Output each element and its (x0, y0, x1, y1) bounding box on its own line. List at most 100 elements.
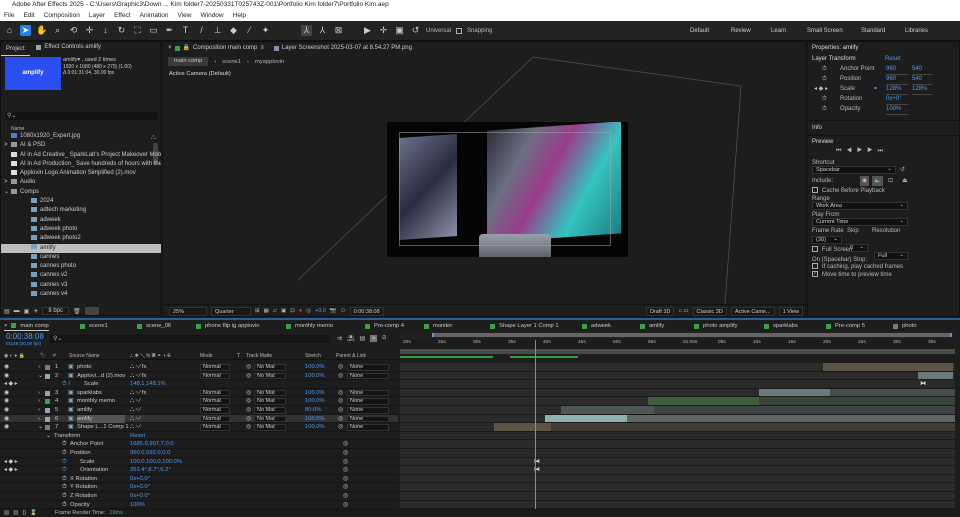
mask-visibility-icon[interactable]: ▱ (273, 308, 277, 314)
layer-name[interactable]: Shape L...1 Comp 1 (77, 423, 129, 432)
stopwatch-icon[interactable]: ⏱ ⌇ (62, 380, 70, 389)
comp-tab[interactable]: phone flip ig applovin (196, 321, 259, 331)
frame-blending-icon[interactable]: ▤ (360, 335, 366, 342)
interpret-footage-icon[interactable]: ▤ (4, 308, 10, 315)
include-overlays-icon[interactable]: ⊡ (888, 176, 893, 186)
stretch-value[interactable]: 100.0% (305, 372, 325, 381)
property-row[interactable]: ◂ ◆ ▸ ⏱ ⌇ Scale 148.1,148.1% (0, 380, 398, 389)
track-matte-pickwhip-icon[interactable]: ◎ (246, 406, 251, 415)
parent-dropdown[interactable]: None (347, 389, 389, 397)
label-color-swatch[interactable] (45, 416, 50, 422)
include-audio-icon[interactable]: 🔈 (872, 176, 884, 186)
expand-toggle[interactable]: › (38, 415, 40, 424)
expand-toggle[interactable]: ⌄ (38, 372, 43, 381)
keyframe-nav-icon[interactable]: ◂ ◆ ▸ (4, 466, 18, 475)
layer-switches[interactable]: ⛬ ▫ ⁄ fx (130, 389, 146, 398)
project-item[interactable]: adtech marketing (1, 206, 161, 215)
layer-track[interactable] (400, 500, 955, 510)
expand-toggle[interactable]: > (4, 178, 8, 187)
graph-editor-icon[interactable]: ⧄ (382, 335, 386, 342)
blend-mode-dropdown[interactable]: Normal (200, 364, 230, 371)
comp-tab[interactable]: photo amplify (694, 321, 737, 331)
menu-composition[interactable]: Composition (44, 10, 80, 21)
expand-toggle[interactable]: › (38, 389, 40, 398)
keyframe-marker[interactable]: ⧓ (920, 380, 926, 387)
puppet-pin-icon[interactable]: ✦ (260, 25, 271, 36)
stopwatch-icon[interactable]: ⏱ (62, 501, 67, 510)
transform-property-row[interactable]: ◂ ◆ ▸ ⏱ Scale 100.0,100.0,100.0% ◎ (0, 458, 398, 467)
stopwatch-icon[interactable]: ⏱ (62, 449, 67, 458)
bit-depth-button[interactable]: 8 bpc (42, 307, 70, 315)
renderer-dropdown[interactable]: Classic 3D (692, 306, 727, 316)
comp-tab[interactable]: scene1 (80, 321, 108, 331)
view-layout-dropdown[interactable]: 1 View (778, 306, 803, 316)
current-time-field[interactable]: 0:00:38:08 (349, 306, 384, 316)
workspace-standard[interactable]: Standard (861, 21, 885, 41)
previous-frame-icon[interactable]: ◀ (846, 148, 856, 154)
project-item[interactable]: cannes v3 (1, 281, 161, 290)
anchor-tool-icon[interactable]: ⛶ (132, 25, 143, 36)
visibility-eye-icon[interactable]: ◉ (4, 397, 9, 406)
track-matte-dropdown[interactable]: No Mat (254, 424, 286, 431)
property-value[interactable]: 148.1,148.1% (130, 380, 166, 389)
comp-tab[interactable]: monthly memo (286, 321, 333, 331)
visibility-eye-icon[interactable]: ◉ (4, 406, 9, 415)
region-of-interest-icon[interactable]: ⊞ (255, 308, 260, 314)
motion-blur-icon[interactable]: ⚭ (370, 335, 378, 342)
blend-mode-dropdown[interactable]: Normal (200, 398, 230, 405)
layer-row[interactable]: ◉ › 6 ▣ amlify ⛬ ▫ ⁄ Normal ◎ No Mat 100.0% ◎ None (0, 414, 398, 424)
transform-property-row[interactable]: ⏱ Position 960.0,592.0,0.0 ◎ (0, 449, 398, 458)
layer-switches[interactable]: ⛬ ▫ ⁄ (130, 423, 140, 432)
project-item[interactable]: AI in Ad Creative_ SparkLab's Project Ma… (1, 151, 161, 160)
color-channels-icon[interactable]: ● (299, 308, 302, 314)
parent-dropdown[interactable]: None (347, 398, 389, 405)
parent-dropdown[interactable]: None (347, 424, 389, 431)
track-matte-dropdown[interactable]: No Mat (254, 398, 286, 405)
new-folder-icon[interactable]: ▬ (14, 308, 20, 314)
expression-pickwhip-icon[interactable]: ◎ (343, 466, 348, 475)
type-tool-icon[interactable]: T (180, 25, 191, 36)
parent-pickwhip-icon[interactable]: ◎ (338, 397, 343, 406)
cached-frames-checkbox[interactable] (812, 263, 818, 270)
layer-row[interactable]: ◉ › 4 ▣ monthly memo ⛬ ▫ ⁄ Normal ◎ No Mat 100.0… (0, 397, 398, 406)
layer-track[interactable] (400, 474, 955, 484)
last-frame-icon[interactable]: ⏭ (878, 148, 888, 154)
selection-tool-icon[interactable]: ➤ (20, 25, 31, 36)
transform-group[interactable]: ⌄ Transform Reset (0, 432, 398, 441)
properties-reset-button[interactable]: Reset (885, 54, 901, 64)
stretch-value[interactable]: 100.0% (305, 363, 325, 372)
layer-name[interactable]: amlify (77, 414, 125, 424)
property-value[interactable]: 0x+0.0° (130, 492, 150, 501)
world-axis-icon[interactable]: ⅄ (317, 25, 328, 36)
layer-duration-bar[interactable] (759, 388, 830, 397)
track-matte-pickwhip-icon[interactable]: ◎ (246, 397, 251, 406)
menu-window[interactable]: Window (201, 10, 224, 21)
comp-tab[interactable]: × main comp (4, 321, 49, 331)
cache-checkbox[interactable] (812, 187, 818, 194)
play-from-dropdown[interactable]: Current Time (812, 218, 908, 226)
stretch-value[interactable]: 80.0% (305, 406, 321, 415)
comp-tab[interactable]: Pre-comp 4 (365, 321, 404, 331)
property-value-1[interactable]: 100% (886, 104, 908, 115)
layer-track[interactable] (400, 371, 955, 381)
expression-pickwhip-icon[interactable]: ◎ (343, 475, 348, 484)
frame-rate-dropdown[interactable]: (30) (812, 236, 842, 244)
stretch-value[interactable]: 100.0% (305, 415, 325, 424)
composition-canvas[interactable] (387, 122, 628, 257)
layer-duration-bar[interactable] (544, 414, 627, 423)
extended-viewer-icon[interactable]: ⌂ ▭ (678, 308, 688, 314)
expression-pickwhip-icon[interactable]: ◎ (343, 458, 348, 467)
parent-dropdown[interactable]: None (347, 407, 389, 414)
expression-pickwhip-icon[interactable]: ◎ (343, 483, 348, 492)
parent-dropdown[interactable]: None (347, 364, 389, 371)
toggle-modes-icon[interactable]: ▨ (13, 510, 18, 516)
layer-duration-bar-tail[interactable] (654, 406, 955, 414)
parent-dropdown[interactable]: None (347, 372, 389, 380)
project-item[interactable]: cannes v4 (1, 290, 161, 299)
project-item[interactable]: > Audio (1, 178, 161, 187)
project-item[interactable]: 2024 (1, 197, 161, 206)
expression-pickwhip-icon[interactable]: ◎ (343, 440, 348, 449)
layer-track[interactable] (400, 414, 955, 424)
clone-stamp-icon[interactable]: ⊥ (212, 25, 223, 36)
stopwatch-icon[interactable]: ⏱ (62, 458, 67, 467)
